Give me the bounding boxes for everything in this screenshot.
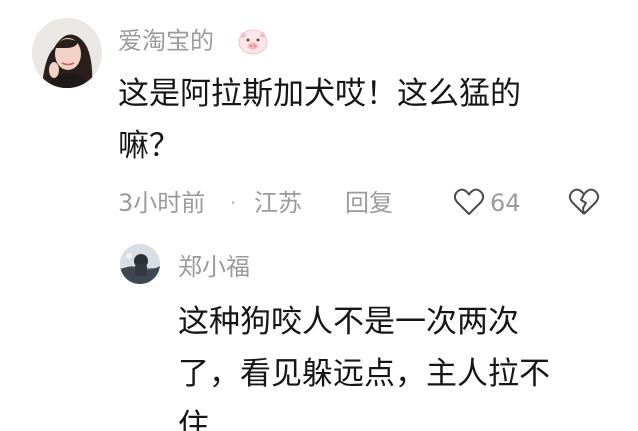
reply-body: 这种狗咬人不是一次两次 了，看见躲远点，主人拉不 住 [178, 296, 618, 431]
avatar-portrait-image [32, 18, 102, 88]
comment-text-line: 嘛？ [118, 128, 180, 164]
reply-text-line: 住 [178, 408, 209, 431]
reply-text-line: 了，看见躲远点，主人拉不 [178, 356, 550, 392]
comment-location: 江苏 [254, 189, 302, 217]
like-count: 64 [490, 189, 521, 217]
comment-timestamp: 3小时前 [118, 189, 206, 217]
avatar-photo-image [120, 244, 160, 284]
reply-button[interactable]: 回复 [345, 188, 393, 218]
reply-user-avatar[interactable] [120, 244, 160, 284]
pig-emoji-icon [238, 29, 268, 55]
reply-username[interactable]: 郑小福 [178, 252, 250, 282]
comment-thread: 爱淘宝的 这是阿拉斯加犬哎！这么猛的 嘛？ 3小时前 · 江苏 回复 64 郑小… [0, 0, 638, 431]
heart-outline-icon[interactable] [452, 186, 486, 218]
comment-username[interactable]: 爱淘宝的 [118, 26, 214, 56]
reply-text-line: 这种狗咬人不是一次两次 [178, 304, 519, 340]
meta-separator: · [230, 191, 237, 215]
user-avatar[interactable] [32, 18, 102, 88]
comment-text-line: 这是阿拉斯加犬哎！这么猛的 [118, 76, 521, 112]
broken-heart-icon[interactable] [567, 186, 601, 218]
comment-body: 这是阿拉斯加犬哎！这么猛的 嘛？ [118, 68, 588, 172]
